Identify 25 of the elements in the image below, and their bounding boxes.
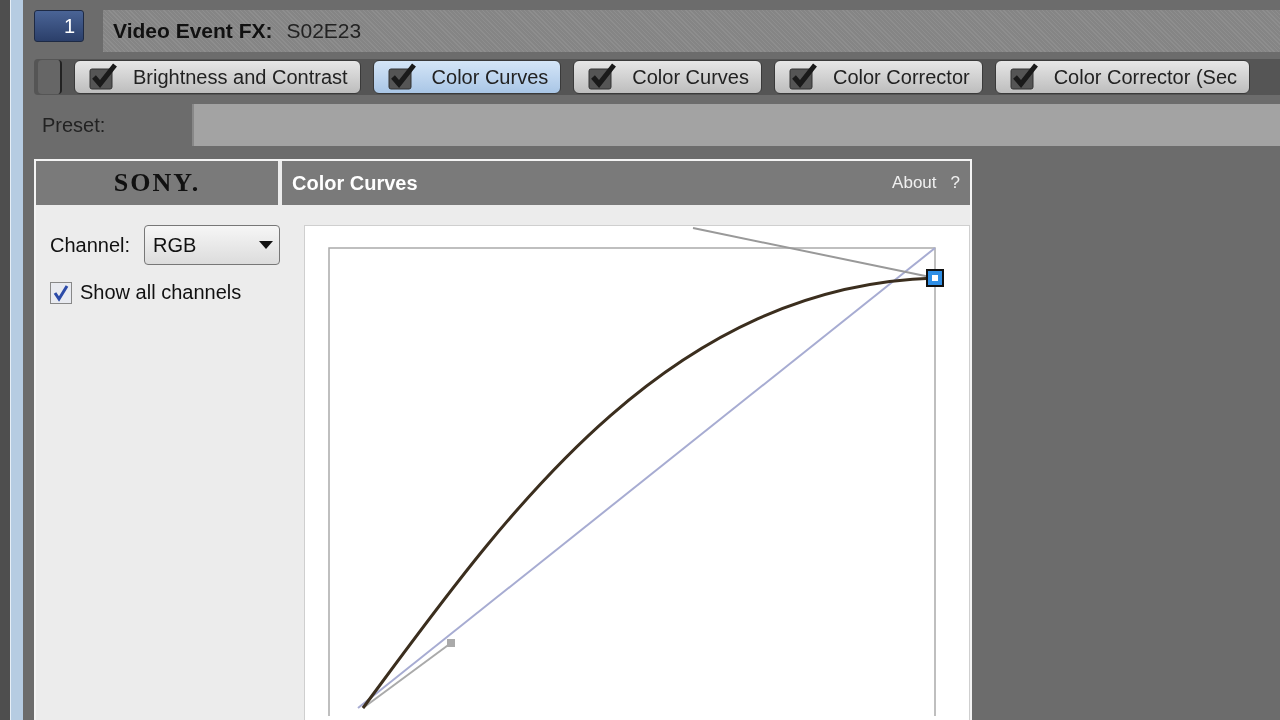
checkbox-icon[interactable] [788, 63, 819, 92]
fx-tab[interactable]: Brightness and Contrast [74, 60, 361, 95]
fx-tab[interactable]: Color Curves [372, 60, 562, 95]
fx-tab[interactable]: Color Corrector (Sec [994, 60, 1251, 95]
track-number-button[interactable]: 1 [34, 10, 84, 42]
preset-label: Preset: [41, 113, 107, 137]
caret-icon [259, 241, 274, 249]
preset-field[interactable] [192, 104, 1280, 147]
fx-tab[interactable]: Color Curves [573, 60, 762, 95]
checkbox-icon[interactable] [387, 63, 418, 92]
title-label: Video Event FX: [113, 19, 273, 43]
checkbox-icon[interactable] [588, 63, 619, 92]
checkbox-label: Show all channels [80, 281, 242, 304]
checkbox[interactable] [50, 281, 72, 304]
channel-dropdown[interactable]: RGB [144, 225, 281, 265]
checkbox-icon[interactable] [1009, 63, 1040, 92]
help-link[interactable]: ? [950, 173, 960, 193]
chain-start-handle[interactable] [38, 60, 62, 95]
checkbox-icon[interactable] [89, 63, 119, 92]
plugin-title: Color Curves [292, 171, 419, 195]
fx-tab[interactable]: Color Corrector [773, 60, 983, 95]
logo: SONY. [36, 161, 278, 205]
channel-label: Channel: [50, 233, 131, 257]
event-name: S02E23 [286, 19, 362, 43]
about-link[interactable]: About [892, 173, 937, 193]
